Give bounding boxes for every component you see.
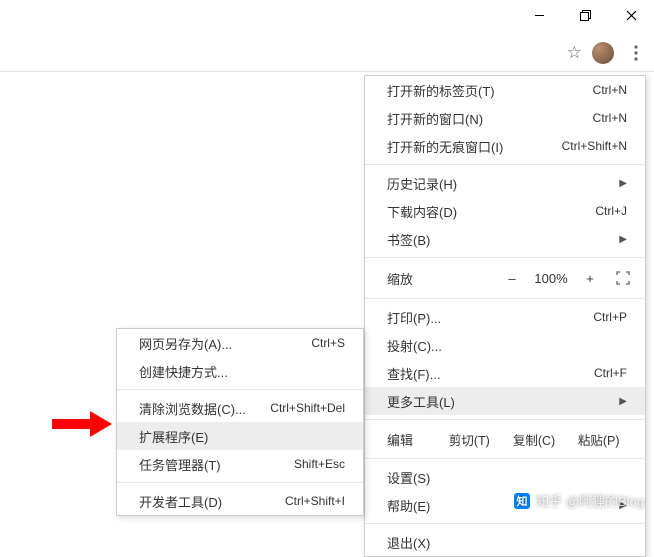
menu-shortcut: Ctrl+J [595, 204, 627, 218]
edit-label: 编辑 [387, 430, 437, 449]
menu-zoom-row: 缩放 – 100% + [365, 262, 645, 294]
menu-shortcut: Ctrl+Shift+Del [270, 401, 345, 415]
menu-label: 查找(F)... [387, 364, 574, 383]
main-menu-button[interactable] [624, 41, 648, 65]
menu-cast[interactable]: 投射(C)... [365, 331, 645, 359]
submenu-save-page[interactable]: 网页另存为(A)... Ctrl+S [117, 329, 363, 357]
zoom-value: 100% [527, 271, 575, 286]
fullscreen-icon[interactable] [611, 268, 635, 288]
submenu-arrow-icon: ▶ [619, 396, 627, 407]
menu-label: 打印(P)... [387, 308, 573, 327]
menu-new-tab[interactable]: 打开新的标签页(T) Ctrl+N [365, 76, 645, 104]
zoom-label: 缩放 [387, 269, 497, 288]
main-context-menu: 打开新的标签页(T) Ctrl+N 打开新的窗口(N) Ctrl+N 打开新的无痕窗… [364, 75, 646, 557]
menu-label: 扩展程序(E) [139, 427, 345, 446]
close-button[interactable] [608, 0, 654, 30]
menu-label: 打开新的标签页(T) [387, 81, 573, 100]
window-controls [516, 0, 654, 30]
menu-separator [365, 257, 645, 258]
minimize-button[interactable] [516, 0, 562, 30]
menu-edit-row: 编辑 剪切(T) 复制(C) 粘贴(P) [365, 424, 645, 454]
menu-label: 开发者工具(D) [139, 492, 265, 511]
menu-label: 网页另存为(A)... [139, 334, 291, 353]
more-tools-submenu: 网页另存为(A)... Ctrl+S 创建快捷方式... 清除浏览数据(C)...… [116, 328, 364, 516]
menu-separator [117, 389, 363, 390]
submenu-arrow-icon: ▶ [619, 178, 627, 189]
menu-separator [117, 482, 363, 483]
menu-shortcut: Ctrl+Shift+I [285, 494, 345, 508]
profile-avatar[interactable] [592, 42, 614, 64]
edit-paste-button[interactable]: 粘贴(P) [566, 430, 631, 449]
menu-new-window[interactable]: 打开新的窗口(N) Ctrl+N [365, 104, 645, 132]
menu-shortcut: Ctrl+N [593, 83, 627, 97]
svg-text:知: 知 [516, 494, 528, 508]
menu-separator [365, 523, 645, 524]
submenu-clear-data[interactable]: 清除浏览数据(C)... Ctrl+Shift+Del [117, 394, 363, 422]
menu-label: 清除浏览数据(C)... [139, 399, 250, 418]
menu-downloads[interactable]: 下载内容(D) Ctrl+J [365, 197, 645, 225]
menu-separator [365, 458, 645, 459]
menu-find[interactable]: 查找(F)... Ctrl+F [365, 359, 645, 387]
menu-history[interactable]: 历史记录(H) ▶ [365, 169, 645, 197]
menu-bookmarks[interactable]: 书签(B) ▶ [365, 225, 645, 253]
menu-shortcut: Ctrl+Shift+N [562, 139, 627, 153]
menu-label: 更多工具(L) [387, 392, 607, 411]
menu-label: 下载内容(D) [387, 202, 575, 221]
submenu-extensions[interactable]: 扩展程序(E) [117, 422, 363, 450]
menu-separator [365, 419, 645, 420]
menu-more-tools[interactable]: 更多工具(L) ▶ [365, 387, 645, 415]
menu-label: 书签(B) [387, 230, 607, 249]
submenu-dev-tools[interactable]: 开发者工具(D) Ctrl+Shift+I [117, 487, 363, 515]
menu-label: 历史记录(H) [387, 174, 607, 193]
menu-shortcut: Ctrl+N [593, 111, 627, 125]
maximize-button[interactable] [562, 0, 608, 30]
watermark-text: 知乎 @阿狸的Blog [536, 491, 644, 510]
menu-shortcut: Ctrl+F [594, 366, 627, 380]
zoom-out-button[interactable]: – [497, 271, 527, 286]
zhihu-icon: 知 [514, 493, 530, 509]
menu-label: 退出(X) [387, 533, 627, 552]
menu-label: 任务管理器(T) [139, 455, 274, 474]
menu-label: 创建快捷方式... [139, 362, 345, 381]
annotation-arrow-icon [52, 411, 112, 440]
submenu-arrow-icon: ▶ [619, 234, 627, 245]
menu-exit[interactable]: 退出(X) [365, 528, 645, 556]
submenu-create-shortcut[interactable]: 创建快捷方式... [117, 357, 363, 385]
menu-shortcut: Ctrl+P [593, 310, 627, 324]
zoom-in-button[interactable]: + [575, 271, 605, 286]
menu-new-incognito[interactable]: 打开新的无痕窗口(I) Ctrl+Shift+N [365, 132, 645, 160]
menu-shortcut: Shift+Esc [294, 457, 345, 471]
edit-cut-button[interactable]: 剪切(T) [437, 430, 502, 449]
menu-print[interactable]: 打印(P)... Ctrl+P [365, 303, 645, 331]
edit-copy-button[interactable]: 复制(C) [502, 430, 567, 449]
menu-separator [365, 298, 645, 299]
menu-label: 投射(C)... [387, 336, 627, 355]
submenu-task-manager[interactable]: 任务管理器(T) Shift+Esc [117, 450, 363, 478]
watermark: 知 知乎 @阿狸的Blog [514, 491, 644, 510]
menu-label: 打开新的窗口(N) [387, 109, 573, 128]
menu-label: 设置(S) [387, 468, 627, 487]
menu-shortcut: Ctrl+S [311, 336, 345, 350]
menu-settings[interactable]: 设置(S) [365, 463, 645, 491]
bookmark-star-icon[interactable]: ☆ [567, 43, 582, 63]
menu-label: 打开新的无痕窗口(I) [387, 137, 542, 156]
menu-separator [365, 164, 645, 165]
browser-toolbar: ☆ [0, 34, 654, 72]
